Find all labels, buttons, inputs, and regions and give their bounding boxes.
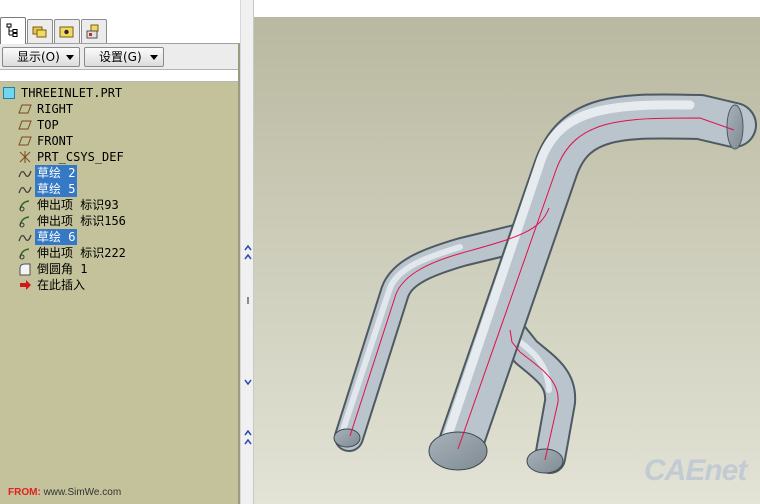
main-inlet-end-face xyxy=(428,431,488,471)
tab-folder-browser[interactable] xyxy=(27,19,53,44)
tree-item-label: TOP xyxy=(37,118,59,132)
model-tree-panel: 显示(O) 设置(G) THREEINLET.PRT RIGHT TOP FRO… xyxy=(0,0,240,504)
sketch-icon xyxy=(18,170,32,178)
tree-item-label: 伸出项 标识93 xyxy=(37,198,119,212)
datum-plane-icon xyxy=(18,120,32,130)
insert-here-arrow-icon xyxy=(20,280,31,290)
collapse-arrow-icon xyxy=(244,253,252,260)
sketch-icon xyxy=(18,186,32,194)
collapse-arrow-icon xyxy=(244,438,252,445)
datum-plane-icon xyxy=(18,136,32,146)
model-tree-toolbar: 显示(O) 设置(G) xyxy=(0,44,240,70)
caenet-logo: CAEnet xyxy=(644,454,747,487)
tab-model-tree[interactable] xyxy=(0,17,26,44)
sketch-icon xyxy=(18,234,32,242)
tree-filter-strip xyxy=(0,70,240,82)
tree-item-label: 在此插入 xyxy=(37,278,86,292)
sash-grip-icon xyxy=(247,297,249,304)
show-menu-label: 显示(O) xyxy=(17,50,60,64)
tree-item-label: RIGHT xyxy=(37,102,74,116)
graphics-viewport[interactable] xyxy=(254,17,760,504)
chevron-down-icon xyxy=(66,55,74,60)
source-watermark: FROM: www.SimWe.com xyxy=(8,487,121,498)
settings-menu-button[interactable]: 设置(G) xyxy=(84,47,164,67)
tree-item-label: FRONT xyxy=(37,134,74,148)
right-inlet-end-face xyxy=(526,448,564,474)
coordinate-system-icon xyxy=(19,151,31,163)
tree-item-label: 草绘 5 xyxy=(35,181,78,197)
datum-plane-icon xyxy=(18,104,32,114)
chevron-down-icon xyxy=(150,55,158,60)
tab-connections[interactable] xyxy=(81,19,107,44)
collapse-arrow-icon xyxy=(244,429,252,436)
tree-item-label: 伸出项 标识222 xyxy=(37,246,126,260)
folder-browser-icon xyxy=(32,26,47,38)
connections-icon xyxy=(86,24,99,39)
expand-arrow-icon xyxy=(244,379,252,386)
left-inlet-end-face xyxy=(333,428,361,448)
graphics-title-strip xyxy=(254,0,760,17)
protrusion-icon xyxy=(19,200,30,212)
navigator-tab-bar xyxy=(0,0,240,44)
protrusion-icon xyxy=(19,248,30,260)
favorites-icon xyxy=(59,26,74,38)
tab-favorites[interactable] xyxy=(54,19,80,44)
tree-item-label: PRT_CSYS_DEF xyxy=(37,150,124,164)
model-tree: THREEINLET.PRT RIGHT TOP FRONT PRT_CSYS_… xyxy=(0,83,238,504)
protrusion-icon xyxy=(19,216,30,228)
round-icon xyxy=(19,263,31,276)
tree-item-label: 伸出项 标识156 xyxy=(37,214,126,228)
part-icon xyxy=(3,87,15,99)
show-menu-button[interactable]: 显示(O) xyxy=(2,47,80,67)
model-tree-icon xyxy=(6,23,18,37)
source-watermark-url: www.SimWe.com xyxy=(43,487,122,498)
source-watermark-label: FROM: xyxy=(8,487,41,498)
tree-item-label: 草绘 6 xyxy=(35,229,78,245)
settings-menu-label: 设置(G) xyxy=(99,50,142,64)
tree-item-label: 草绘 2 xyxy=(35,165,78,181)
collapse-arrow-icon xyxy=(244,244,252,251)
tree-item-label: 倒圆角 1 xyxy=(37,262,88,276)
panel-sash[interactable] xyxy=(240,0,254,504)
outlet-end-face xyxy=(726,104,744,150)
tree-root-label: THREEINLET.PRT xyxy=(21,86,123,100)
